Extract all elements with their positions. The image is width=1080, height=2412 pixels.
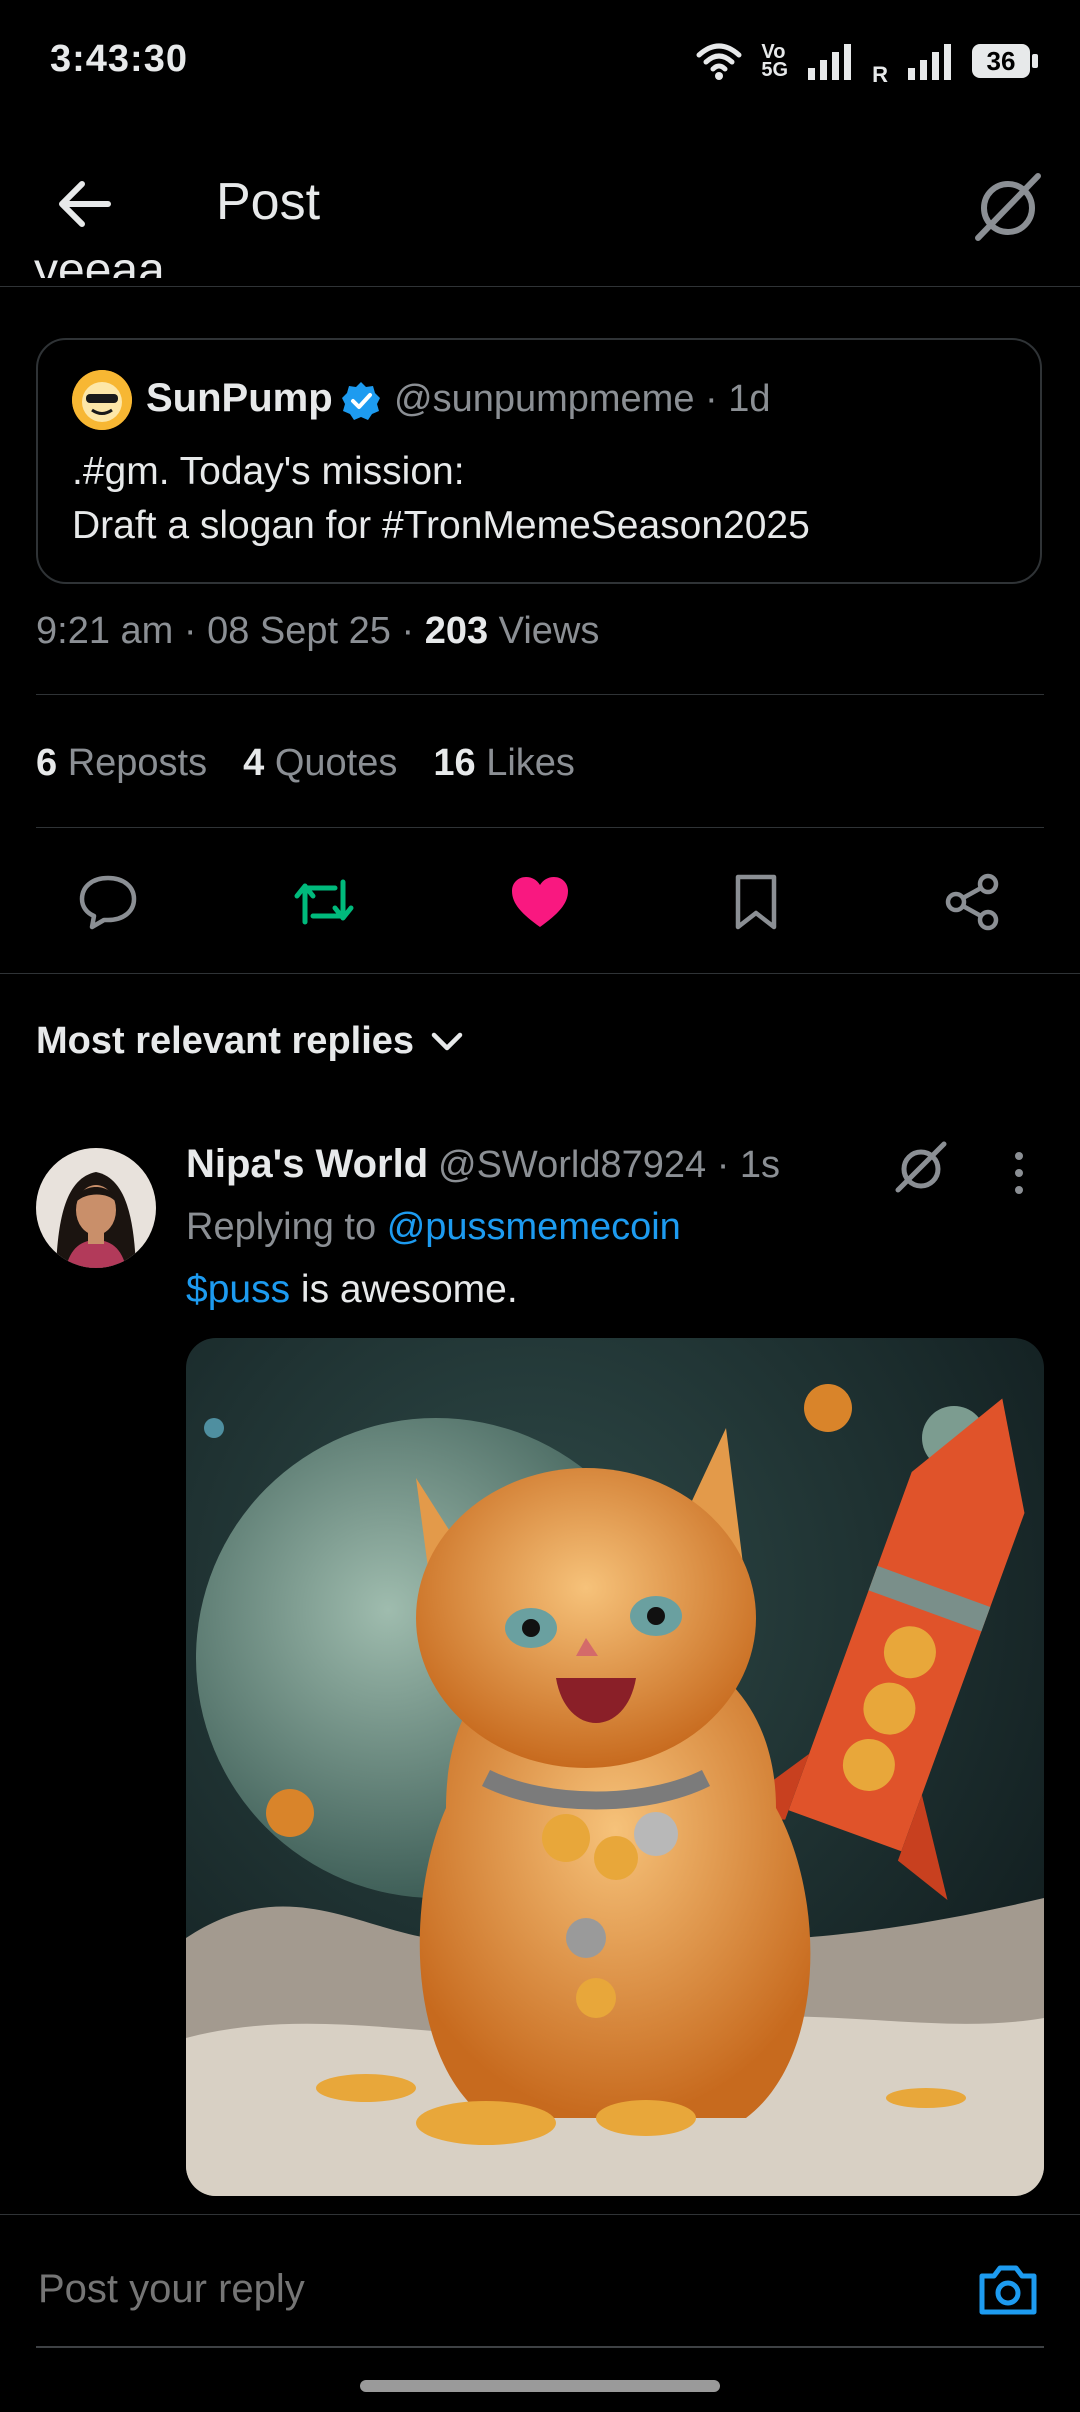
grok-icon xyxy=(895,1141,947,1193)
status-icons: Vo 5G R 36 xyxy=(695,38,1038,87)
reply-sort-dropdown[interactable]: Most relevant replies xyxy=(36,1020,464,1063)
roaming-label: R xyxy=(872,62,888,87)
replying-to: Replying to @pussmemecoin xyxy=(186,1206,681,1249)
reply-grok-button[interactable] xyxy=(892,1138,950,1196)
sunpump-logo-icon xyxy=(72,370,132,430)
wifi-icon xyxy=(696,43,742,80)
cashtag-link[interactable]: $puss xyxy=(186,1268,290,1311)
reply-input[interactable] xyxy=(36,2266,940,2313)
heart-filled-icon xyxy=(512,877,568,927)
quotes-stat[interactable]: 4 Quotes xyxy=(243,742,397,785)
status-time: 3:43:30 xyxy=(50,38,188,80)
reply-handle-line: @SWorld87924 · 1s xyxy=(438,1144,781,1186)
repost-icon xyxy=(294,879,354,925)
reply-author-name[interactable]: Nipa's World xyxy=(186,1142,428,1187)
likes-stat[interactable]: 16 Likes xyxy=(433,742,575,785)
signal-icon-sim2 xyxy=(908,44,951,80)
battery-icon: 36 xyxy=(972,44,1038,78)
reply-avatar[interactable] xyxy=(36,1148,156,1268)
replying-to-handle[interactable]: @pussmemecoin xyxy=(387,1206,681,1248)
user-photo-avatar xyxy=(36,1148,156,1268)
quote-text-line2: Draft a slogan for #TronMemeSeason2025 xyxy=(72,504,810,547)
repost-button[interactable] xyxy=(284,862,364,942)
home-indicator[interactable] xyxy=(360,2380,720,2392)
quote-avatar[interactable] xyxy=(72,370,132,430)
share-button[interactable] xyxy=(932,862,1012,942)
camera-button[interactable] xyxy=(976,2262,1040,2318)
reply-icon xyxy=(79,875,137,930)
divider xyxy=(36,694,1044,695)
replying-to-label: Replying to xyxy=(186,1206,377,1248)
composer-underline xyxy=(36,2346,1044,2348)
reply-media-image[interactable] xyxy=(186,1338,1044,2196)
divider xyxy=(0,973,1080,974)
post-time: 9:21 am xyxy=(36,610,174,652)
quote-handle-line: @sunpumpmeme · 1d xyxy=(394,378,771,420)
views-label: Views xyxy=(498,610,600,652)
reply-more-button[interactable] xyxy=(1004,1148,1034,1198)
divider xyxy=(36,827,1044,828)
post-meta: 9:21 am · 08 Sept 25 · 203 Views xyxy=(36,610,600,652)
chevron-down-icon xyxy=(431,1032,463,1050)
signal-icon xyxy=(808,44,852,80)
grok-button[interactable] xyxy=(970,168,1046,244)
kitten-rocket-image xyxy=(186,1338,1044,2196)
quote-handle: @sunpumpmeme xyxy=(394,378,695,420)
reply-age: 1s xyxy=(739,1144,781,1186)
network-type: Vo 5G xyxy=(761,42,789,81)
page-title: Post xyxy=(216,173,321,231)
quote-author-name[interactable]: SunPump xyxy=(146,376,333,421)
verified-badge-icon xyxy=(340,380,382,422)
bookmark-button[interactable] xyxy=(716,862,796,942)
quote-age: 1d xyxy=(728,378,771,420)
quote-text-line1: .#gm. Today's mission: xyxy=(72,450,465,493)
camera-icon xyxy=(979,2265,1037,2315)
divider xyxy=(0,2214,1080,2215)
grok-icon xyxy=(975,173,1041,241)
sort-label: Most relevant replies xyxy=(36,1020,415,1062)
engagement-stats: 6 Reposts 4 Quotes 16 Likes xyxy=(36,742,575,785)
reply-handle: @SWorld87924 xyxy=(438,1144,707,1186)
more-vertical-icon xyxy=(1015,1152,1023,1194)
post-date: 08 Sept 25 xyxy=(207,610,391,652)
post-text: yeeaa xyxy=(34,244,165,278)
reply-text: $puss is awesome. xyxy=(186,1268,518,1312)
reply-button[interactable] xyxy=(68,862,148,942)
like-button[interactable] xyxy=(500,862,580,942)
views-count: 203 xyxy=(424,610,489,652)
reply-text-rest: is awesome. xyxy=(290,1268,518,1311)
bookmark-icon xyxy=(735,874,777,930)
5g-label: 5G xyxy=(761,59,789,81)
reposts-stat[interactable]: 6 Reposts xyxy=(36,742,207,785)
share-icon xyxy=(945,873,999,931)
